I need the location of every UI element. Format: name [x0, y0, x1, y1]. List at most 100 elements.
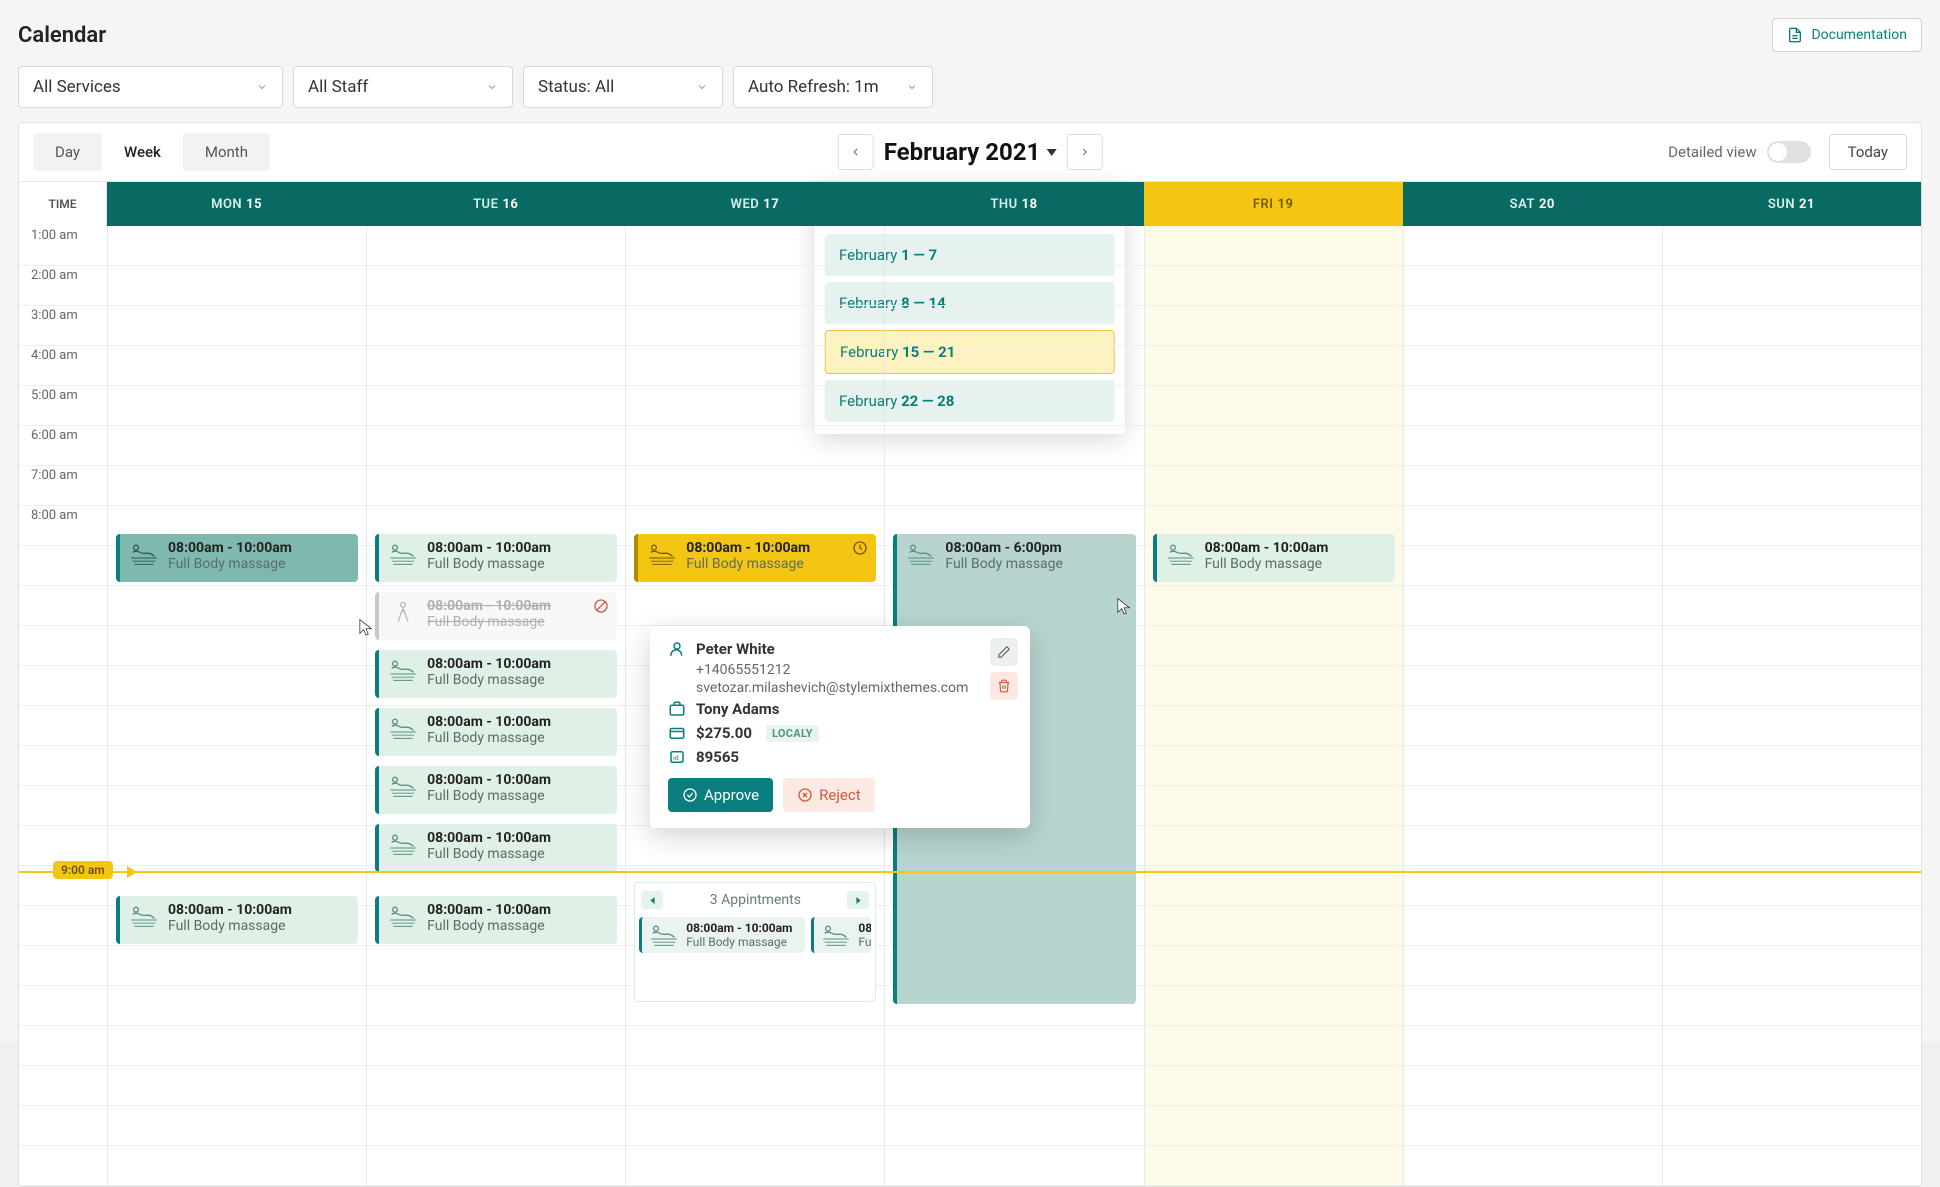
- appointment[interactable]: 08:00am - 10:00amFull Body massage: [1153, 534, 1395, 582]
- appointment[interactable]: 08:00am - 10:00amFull Body massage: [116, 896, 358, 944]
- cursor-icon: [1116, 597, 1132, 617]
- tab-day[interactable]: Day: [33, 133, 102, 171]
- group-prev-button[interactable]: [641, 891, 663, 909]
- massage-icon: [128, 540, 160, 568]
- check-circle-icon: [682, 787, 698, 803]
- chevron-right-icon: [1078, 146, 1090, 158]
- detailed-view-toggle[interactable]: Detailed view: [1668, 141, 1810, 163]
- massage-icon: [387, 902, 419, 930]
- day-column-fri[interactable]: 08:00am - 10:00amFull Body massage: [1144, 226, 1403, 1186]
- reject-label: Reject: [819, 786, 861, 804]
- time-label: [19, 746, 107, 786]
- chevron-down-icon: [906, 81, 918, 93]
- ban-icon: [593, 598, 609, 614]
- group-title: 3 Appintments: [710, 892, 801, 908]
- day-column-sun[interactable]: [1662, 226, 1921, 1186]
- delete-button[interactable]: [990, 672, 1018, 700]
- day-header-thu: THU 18: [884, 182, 1143, 226]
- appointment[interactable]: 08:00am - 10:00amFull Body massage: [375, 766, 617, 814]
- period-selector[interactable]: February 2021: [884, 138, 1057, 166]
- cursor-icon: [358, 618, 374, 638]
- day-header-mon: MON 15: [107, 182, 366, 226]
- massage-icon: [646, 540, 678, 568]
- customer-name: Peter White: [696, 640, 775, 658]
- autorefresh-dropdown[interactable]: Auto Refresh: 1m: [733, 66, 933, 108]
- massage-icon: [648, 921, 680, 949]
- time-label: 1:00 am: [19, 226, 107, 266]
- time-label: [19, 986, 107, 1026]
- today-button[interactable]: Today: [1829, 134, 1907, 170]
- tab-month[interactable]: Month: [183, 133, 270, 171]
- prev-period-button[interactable]: [838, 134, 874, 170]
- view-tabs: Day Week Month: [33, 133, 270, 171]
- autorefresh-label: Auto Refresh: 1m: [748, 77, 879, 97]
- status-label: Status: All: [538, 77, 614, 97]
- appointment[interactable]: 08:Fu: [811, 917, 871, 953]
- services-label: All Services: [33, 77, 121, 97]
- day-header-wed: WED 17: [625, 182, 884, 226]
- appointment[interactable]: 08:00am - 10:00amFull Body massage: [375, 592, 617, 640]
- massage-icon: [820, 921, 852, 949]
- chevron-left-icon: [850, 146, 862, 158]
- next-period-button[interactable]: [1066, 134, 1102, 170]
- appointment-id: 89565: [696, 748, 739, 766]
- appointment[interactable]: 08:00am - 10:00amFull Body massage: [639, 917, 805, 953]
- pencil-icon: [997, 645, 1011, 659]
- appointment[interactable]: 08:00am - 10:00amFull Body massage: [375, 650, 617, 698]
- appointment[interactable]: 08:00am - 10:00amFull Body massage: [375, 896, 617, 944]
- massage-icon: [387, 656, 419, 684]
- pray-icon: [387, 598, 419, 626]
- chevron-down-icon: [696, 81, 708, 93]
- massage-icon: [387, 772, 419, 800]
- massage-icon: [128, 902, 160, 930]
- documentation-label: Documentation: [1811, 27, 1907, 43]
- time-label: [19, 946, 107, 986]
- chevron-down-icon: [486, 81, 498, 93]
- toggle-switch[interactable]: [1767, 141, 1811, 163]
- time-label: 8:00 am: [19, 506, 107, 546]
- current-time-indicator: [19, 871, 1921, 873]
- appointment[interactable]: 08:00am - 10:00amFull Body massage: [375, 534, 617, 582]
- day-header-fri: FRI 19: [1144, 182, 1403, 226]
- time-label: 3:00 am: [19, 306, 107, 346]
- calendar-header: TIME MON 15TUE 16WED 17THU 18FRI 19SAT 2…: [19, 182, 1921, 226]
- appointment[interactable]: 08:00am - 10:00amFull Body massage: [375, 824, 617, 872]
- time-label: 6:00 am: [19, 426, 107, 466]
- day-column-sat[interactable]: [1403, 226, 1662, 1186]
- payment-badge: LOCALY: [766, 725, 819, 742]
- edit-button[interactable]: [990, 638, 1018, 666]
- detailed-label: Detailed view: [1668, 143, 1756, 161]
- group-next-button[interactable]: [847, 891, 869, 909]
- time-label: 4:00 am: [19, 346, 107, 386]
- staff-name: Tony Adams: [696, 700, 779, 718]
- appointment[interactable]: 08:00am - 10:00amFull Body massage: [116, 534, 358, 582]
- caret-down-icon: [1046, 149, 1056, 156]
- documentation-button[interactable]: Documentation: [1772, 18, 1922, 52]
- day-column-mon[interactable]: 08:00am - 10:00amFull Body massage 08:00a…: [107, 226, 366, 1186]
- time-label: [19, 1106, 107, 1146]
- massage-icon: [1165, 540, 1197, 568]
- trash-icon: [997, 679, 1011, 693]
- time-label: 7:00 am: [19, 466, 107, 506]
- time-label: [19, 706, 107, 746]
- day-header-sun: SUN 21: [1662, 182, 1921, 226]
- status-dropdown[interactable]: Status: All: [523, 66, 723, 108]
- tab-week[interactable]: Week: [102, 133, 183, 171]
- appointment[interactable]: 08:00am - 10:00amFull Body massage: [634, 534, 876, 582]
- approve-button[interactable]: Approve: [668, 778, 773, 812]
- massage-icon: [905, 540, 937, 568]
- reject-button[interactable]: Reject: [783, 778, 875, 812]
- time-label: [19, 1066, 107, 1106]
- appointment[interactable]: 08:00am - 10:00amFull Body massage: [375, 708, 617, 756]
- services-dropdown[interactable]: All Services: [18, 66, 283, 108]
- customer-phone: +14065551212: [696, 662, 1012, 678]
- document-icon: [1787, 27, 1803, 43]
- customer-email: svetozar.milashevich@stylemixthemes.com: [696, 680, 1012, 696]
- id-icon: id: [668, 748, 686, 766]
- chevron-down-icon: [256, 81, 268, 93]
- day-column-tue[interactable]: 08:00am - 10:00amFull Body massage 08:00a…: [366, 226, 625, 1186]
- time-label: 2:00 am: [19, 266, 107, 306]
- svg-text:id: id: [673, 754, 679, 762]
- time-label: [19, 826, 107, 866]
- staff-dropdown[interactable]: All Staff: [293, 66, 513, 108]
